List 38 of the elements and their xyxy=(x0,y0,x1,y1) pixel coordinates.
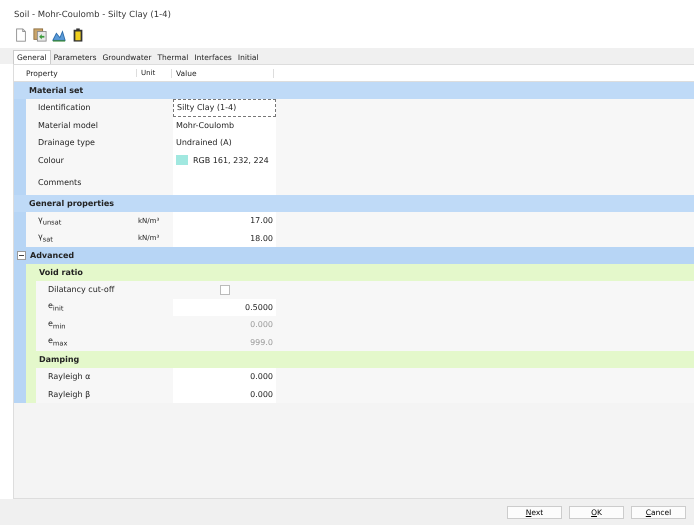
section-title: Advanced xyxy=(30,251,74,260)
property-label: e$_{init}$ xyxy=(48,301,64,314)
number-field[interactable]: 0.5000 xyxy=(173,298,276,316)
property-label: e$_{min}$ xyxy=(48,318,66,331)
colour-swatch[interactable] xyxy=(176,155,188,166)
section-title: Material set xyxy=(29,86,84,95)
comments-field[interactable] xyxy=(173,169,276,195)
property-label: γ$_{unsat}$ xyxy=(38,214,62,227)
section-title: Damping xyxy=(39,355,80,364)
number-field[interactable]: 18.00 xyxy=(173,230,276,247)
copy-icon[interactable] xyxy=(33,28,47,42)
chart-icon[interactable] xyxy=(52,28,66,42)
value-text: Undrained (A) xyxy=(176,138,232,148)
property-label: Material model xyxy=(38,120,98,130)
value-text: 0.000 xyxy=(250,320,273,330)
value-text: 999.0 xyxy=(250,338,273,347)
number-field[interactable]: 0.000 xyxy=(173,368,276,386)
property-label: Identification xyxy=(38,103,90,112)
number-field[interactable]: 17.00 xyxy=(173,212,276,230)
property-label: Comments xyxy=(38,178,82,186)
property-label: Drainage type xyxy=(38,138,95,148)
window-title: Soil - Mohr-Coulomb - Silty Clay (1-4) xyxy=(13,9,171,22)
number-field[interactable]: 0.000 xyxy=(173,386,276,403)
document-icon[interactable] xyxy=(14,28,28,42)
section-title: General properties xyxy=(29,199,114,208)
property-label: Dilatancy cut-off xyxy=(48,285,114,294)
property-label: Rayleigh β xyxy=(48,390,90,399)
input-field[interactable]: Silty Clay (1-4) xyxy=(173,99,276,116)
property-label: Colour xyxy=(38,156,64,165)
property-label: γ$_{sat}$ xyxy=(38,232,53,244)
value-text: Mohr-Coulomb xyxy=(176,120,234,130)
section-title: Void ratio xyxy=(39,268,83,277)
battery-icon[interactable] xyxy=(71,28,85,42)
collapse-toggle[interactable] xyxy=(17,251,26,260)
checkbox[interactable] xyxy=(220,284,230,295)
property-label: Rayleigh α xyxy=(48,372,90,382)
property-label: e$_{max}$ xyxy=(48,336,68,348)
value-text: RGB 161, 232, 224 xyxy=(193,156,269,165)
